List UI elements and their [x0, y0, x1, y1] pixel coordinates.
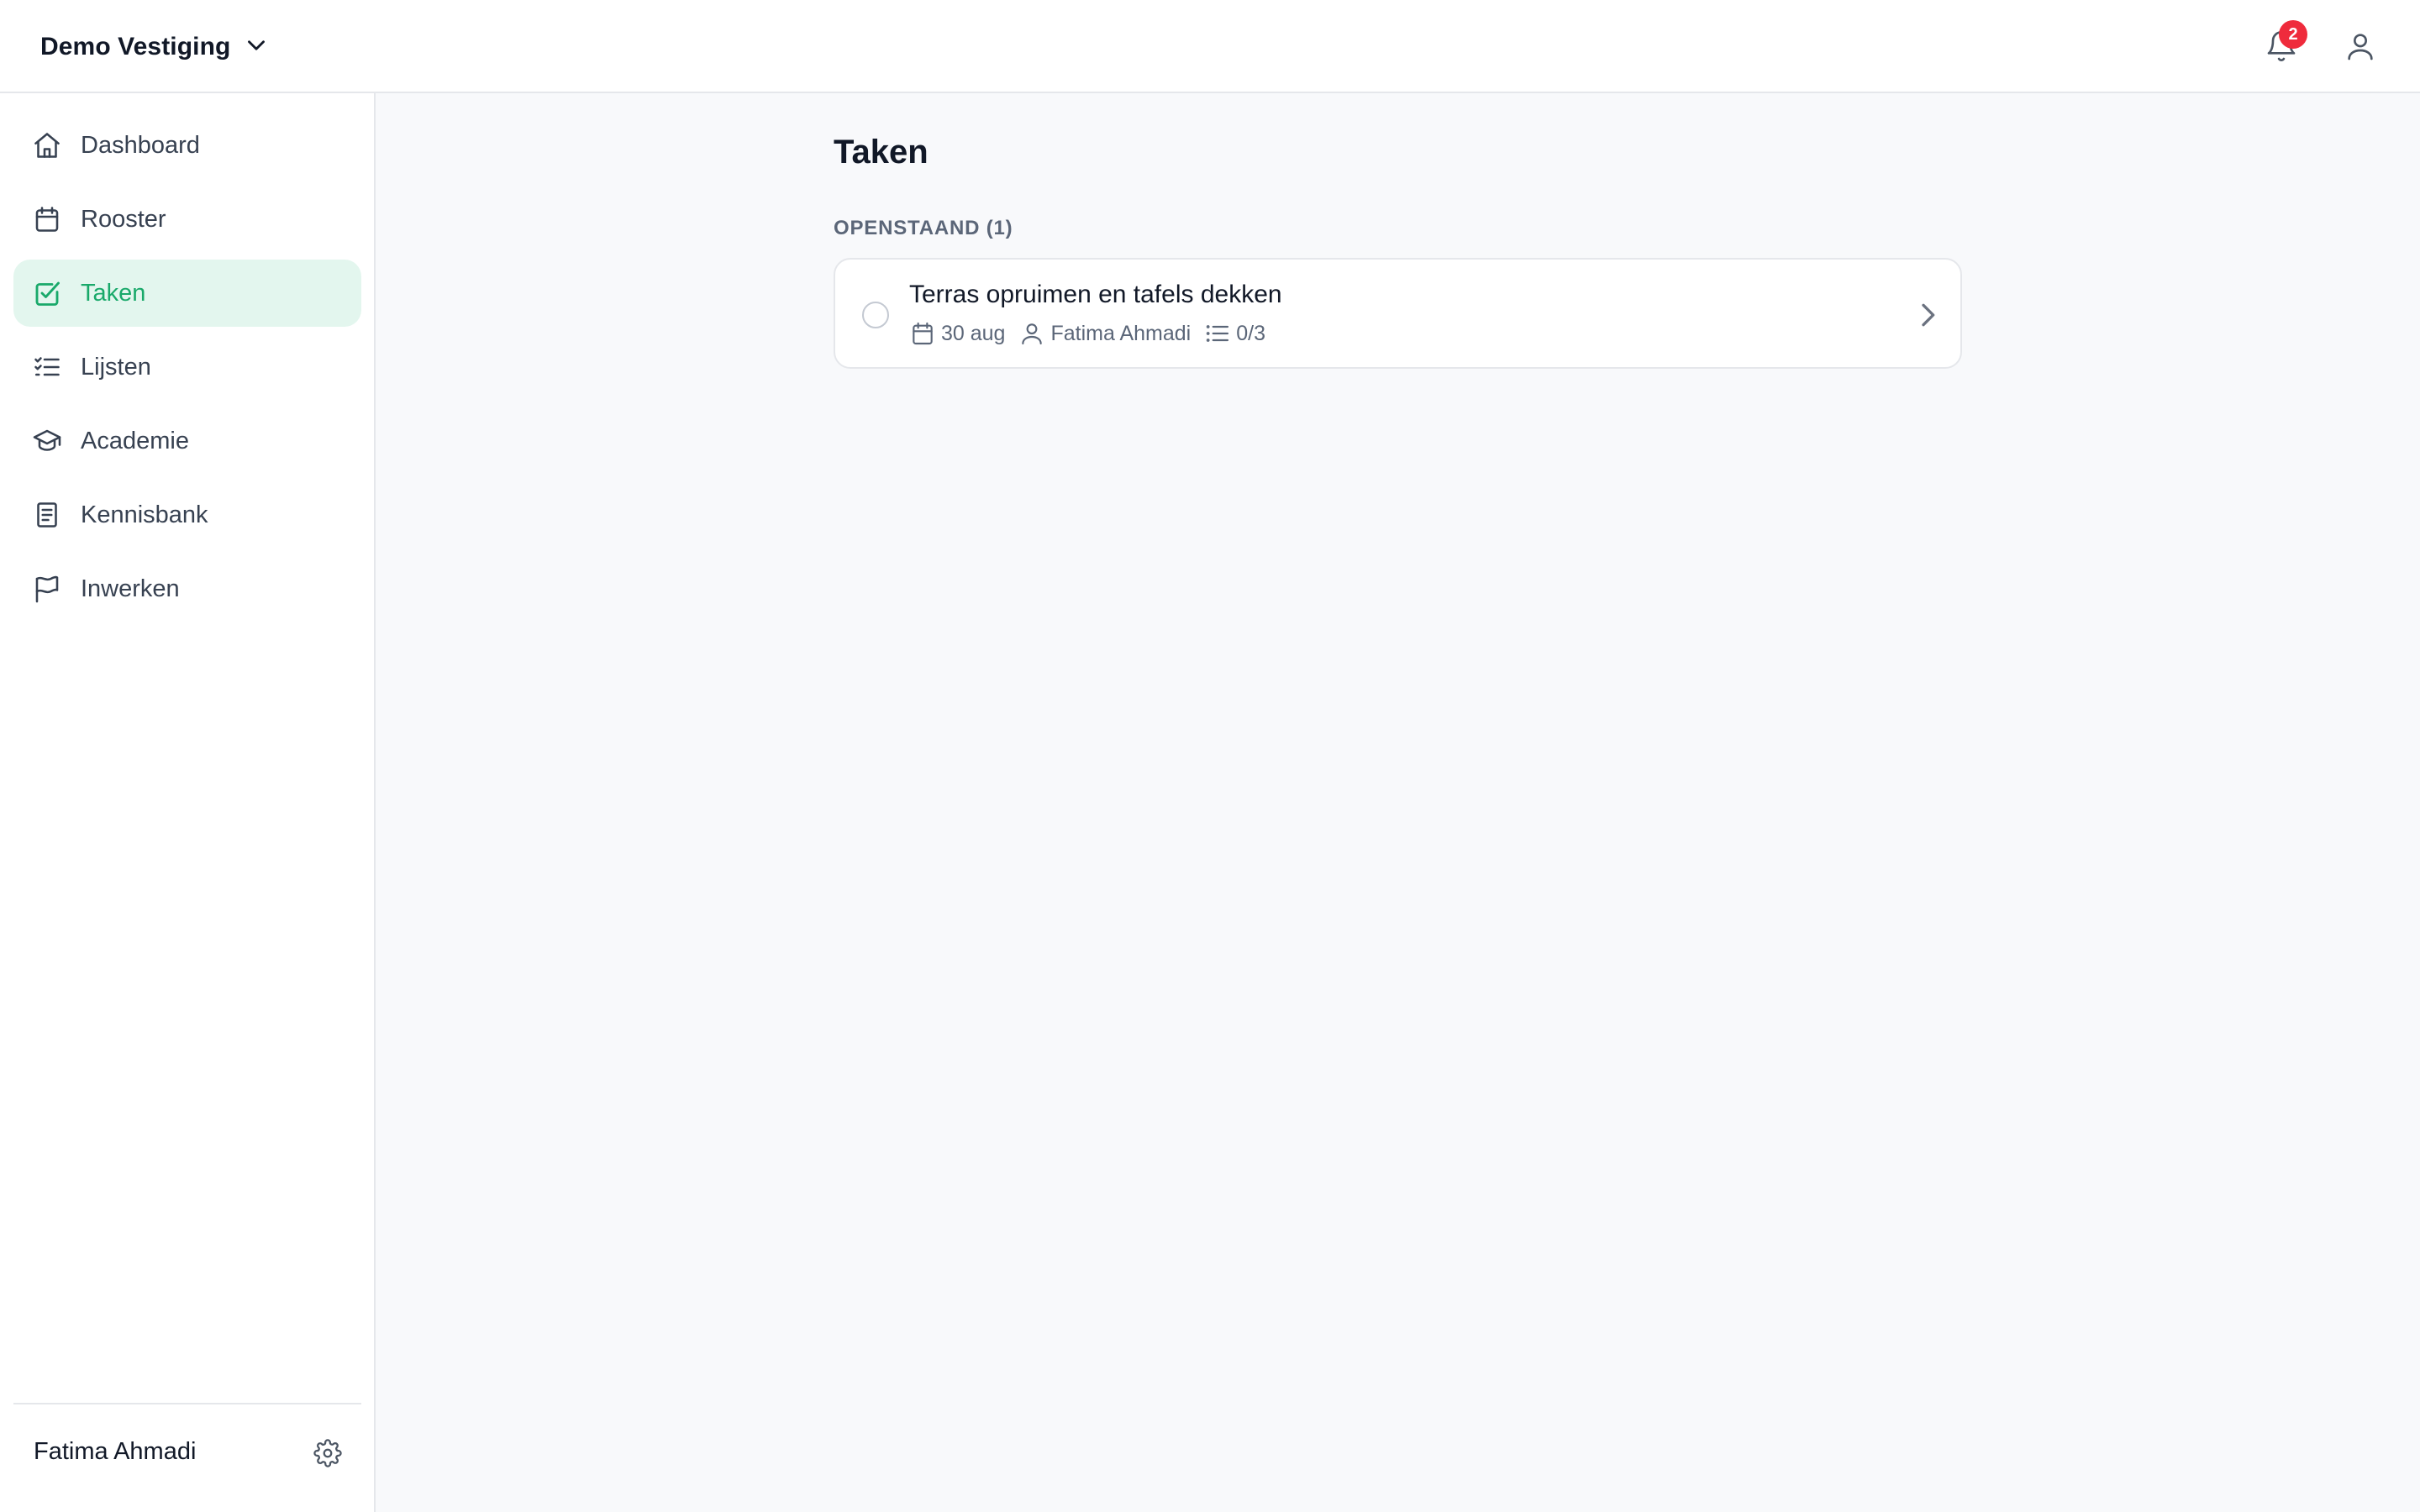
section-label: OPENSTAAND (1)	[834, 217, 1013, 239]
book-icon	[37, 502, 57, 528]
task-card[interactable]: Terras opruimen en tafels dekken 30 aug …	[834, 258, 1962, 369]
sidebar-item-dashboard[interactable]: Dashboard	[13, 112, 361, 179]
sidebar-item-label: Kennisbank	[81, 501, 208, 528]
user-icon	[2348, 34, 2373, 60]
location-switcher[interactable]: Demo Vestiging	[40, 25, 271, 69]
page-title: Taken	[834, 134, 929, 171]
sidebar-item-rooster[interactable]: Rooster	[13, 186, 361, 253]
task-complete-checkbox[interactable]	[862, 302, 889, 328]
sidebar: Dashboard Rooster Taken Lijsten Academie…	[0, 93, 376, 1512]
gear-icon	[313, 1439, 342, 1467]
user-icon	[1022, 323, 1043, 345]
sidebar-item-label: Dashboard	[81, 131, 200, 159]
task-title: Terras opruimen en tafels dekken	[909, 281, 1282, 308]
chevron-down-icon	[242, 31, 271, 64]
sidebar-item-inwerken[interactable]: Inwerken	[13, 555, 361, 622]
calendar-icon	[35, 207, 59, 232]
sidebar-item-academie[interactable]: Academie	[13, 407, 361, 475]
task-assignee: Fatima Ahmadi	[1018, 320, 1191, 347]
location-name: Demo Vestiging	[40, 33, 231, 60]
checklist-progress-text: 0/3	[1236, 321, 1265, 345]
assignee-text: Fatima Ahmadi	[1050, 321, 1192, 345]
sidebar-item-label: Lijsten	[81, 353, 151, 381]
due-date-text: 30 aug	[941, 321, 1006, 345]
home-icon	[34, 133, 60, 158]
main-content: Taken OPENSTAAND (1) Terras opruimen en …	[377, 95, 2420, 1512]
settings-button[interactable]	[311, 1436, 345, 1470]
sidebar-footer: Fatima Ahmadi	[13, 1403, 361, 1512]
list-icon	[1207, 325, 1229, 342]
graduation-cap-icon	[33, 429, 61, 451]
check-square-icon	[35, 281, 60, 306]
task-checklist-progress: 0/3	[1204, 320, 1265, 347]
notification-badge: 2	[2279, 20, 2307, 49]
top-bar: Demo Vestiging 2	[0, 0, 2420, 93]
profile-button[interactable]	[2341, 27, 2380, 66]
flag-icon	[35, 575, 59, 603]
sidebar-item-label: Inwerken	[81, 575, 180, 602]
sidebar-nav: Dashboard Rooster Taken Lijsten Academie…	[13, 112, 361, 629]
sidebar-item-label: Taken	[81, 279, 146, 307]
list-checks-icon	[34, 357, 60, 376]
sidebar-item-taken[interactable]: Taken	[13, 260, 361, 327]
task-meta: 30 aug Fatima Ahmadi 0/3	[909, 318, 1279, 349]
chevron-right-icon	[1911, 298, 1944, 332]
current-user-name: Fatima Ahmadi	[34, 1438, 197, 1465]
sidebar-item-label: Rooster	[81, 205, 166, 233]
sidebar-item-label: Academie	[81, 427, 189, 454]
calendar-icon	[913, 322, 933, 345]
sidebar-item-kennisbank[interactable]: Kennisbank	[13, 481, 361, 549]
task-due-date: 30 aug	[909, 320, 1005, 347]
sidebar-item-lijsten[interactable]: Lijsten	[13, 333, 361, 401]
